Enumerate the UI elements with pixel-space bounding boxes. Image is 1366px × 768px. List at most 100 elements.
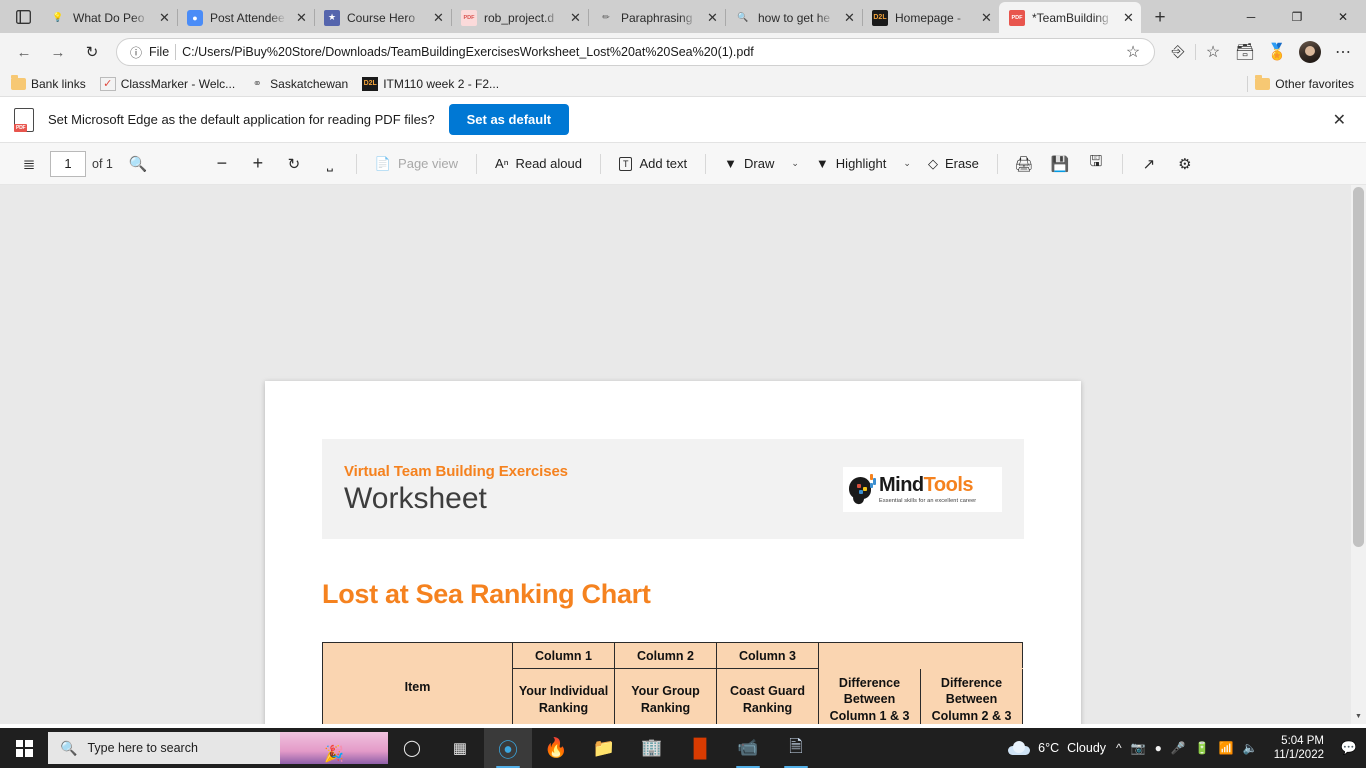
search-icon[interactable]: 🔍: [121, 149, 155, 179]
tab-what-do-people[interactable]: 💡 What Do Peo ✕: [40, 2, 177, 33]
office-taskbar-button[interactable]: █: [676, 728, 724, 768]
close-icon[interactable]: ✕: [1333, 110, 1352, 130]
add-text-label: Add text: [639, 156, 688, 171]
bookmark-saskatchewan[interactable]: ⚭ Saskatchewan: [249, 76, 349, 91]
tab-search-overview-button[interactable]: [6, 0, 40, 33]
tab-paraphrasing[interactable]: ✏ Paraphrasing ✕: [588, 2, 725, 33]
header-your-individual-ranking: Your Individual Ranking: [512, 668, 615, 724]
vertical-scrollbar[interactable]: ▼: [1351, 185, 1366, 724]
address-bar[interactable]: ⓘ File C:/Users/PiBuy%20Store/Downloads/…: [116, 38, 1155, 66]
close-icon[interactable]: ✕: [978, 9, 995, 26]
settings-gear-icon[interactable]: ⚙: [1168, 149, 1202, 179]
close-icon[interactable]: ✕: [841, 9, 858, 26]
firefox-taskbar-button[interactable]: 🔥: [532, 728, 580, 768]
profile-avatar[interactable]: [1299, 41, 1321, 63]
tab-how-to-get-here[interactable]: 🔍 how to get he ✕: [725, 2, 862, 33]
pdf-viewer-canvas[interactable]: Virtual Team Building Exercises Workshee…: [0, 185, 1366, 724]
weather-widget[interactable]: 6°C Cloudy: [1008, 741, 1106, 755]
tab-course-hero[interactable]: ★ Course Hero ✕: [314, 2, 451, 33]
collections-icon[interactable]: 🗃: [1230, 37, 1260, 67]
reload-button[interactable]: ↻: [76, 37, 108, 67]
close-icon[interactable]: ✕: [430, 9, 447, 26]
antivirus-icon[interactable]: ●: [1155, 741, 1162, 755]
document-header-text: Virtual Team Building Exercises Workshee…: [344, 463, 843, 516]
task-view-button[interactable]: ▦: [436, 728, 484, 768]
add-favorite-icon[interactable]: ☆: [1118, 37, 1148, 67]
edge-taskbar-button[interactable]: ⦿: [484, 728, 532, 768]
bookmark-classmarker[interactable]: ✓ ClassMarker - Welc...: [99, 76, 235, 91]
add-text-button[interactable]: T Add text: [610, 149, 696, 179]
zoom-out-icon[interactable]: −: [205, 149, 239, 179]
notification-center-icon[interactable]: 💬: [1338, 737, 1360, 759]
close-icon[interactable]: ✕: [1120, 9, 1137, 26]
close-icon[interactable]: ✕: [704, 9, 721, 26]
tab-post-attendee[interactable]: ● Post Attendee ✕: [177, 2, 314, 33]
close-icon[interactable]: ✕: [567, 9, 584, 26]
bookmark-itm110[interactable]: D2L ITM110 week 2 - F2...: [362, 76, 499, 91]
tab-label: *TeamBuilding: [1032, 10, 1109, 25]
maximize-button[interactable]: ❐: [1274, 0, 1320, 33]
close-window-button[interactable]: ✕: [1320, 0, 1366, 33]
browser-essentials-icon[interactable]: 🏅: [1262, 37, 1292, 67]
file-explorer-taskbar-button[interactable]: 📁: [580, 728, 628, 768]
scrollbar-thumb[interactable]: [1353, 187, 1364, 547]
fit-to-width-icon[interactable]: ⎵: [313, 149, 347, 179]
highlight-button[interactable]: ▼ Highlight: [807, 149, 895, 179]
draw-button[interactable]: ▼ Draw: [715, 149, 783, 179]
save-icon[interactable]: 💾: [1043, 149, 1077, 179]
scroll-down-arrow-icon[interactable]: ▼: [1351, 709, 1366, 724]
microsoft-store-taskbar-button[interactable]: 🏢: [628, 728, 676, 768]
set-as-default-button[interactable]: Set as default: [448, 104, 570, 135]
clock-date: 11/1/2022: [1273, 749, 1324, 761]
office-icon: █: [693, 737, 707, 758]
battery-icon[interactable]: 🔋: [1195, 741, 1210, 755]
draw-dropdown-icon[interactable]: ⌄: [785, 158, 805, 169]
search-favicon-icon: 🔍: [737, 12, 749, 22]
table-of-contents-icon[interactable]: ≣: [12, 149, 46, 179]
clock[interactable]: 5:04 PM 11/1/2022: [1268, 734, 1328, 763]
favorites-icon[interactable]: ☆: [1198, 37, 1228, 67]
forward-button[interactable]: →: [42, 37, 74, 67]
save-as-icon[interactable]: 🖫: [1079, 149, 1113, 179]
back-button[interactable]: ←: [8, 37, 40, 67]
close-icon[interactable]: ✕: [293, 9, 310, 26]
taskbar-search-input[interactable]: 🔍 Type here to search 🎉: [48, 732, 388, 764]
bookmark-other-favorites[interactable]: Other favorites: [1254, 74, 1354, 91]
show-hidden-icons-chevron-icon[interactable]: ^: [1116, 741, 1122, 755]
start-button[interactable]: [0, 728, 48, 768]
bookmark-bank-links[interactable]: Bank links: [10, 74, 86, 91]
word-taskbar-button[interactable]: 🗎: [772, 728, 820, 768]
rotate-icon[interactable]: ↻: [277, 149, 311, 179]
tab-homepage-d2l[interactable]: D2L Homepage - ✕: [862, 2, 999, 33]
fullscreen-icon[interactable]: ↗: [1132, 149, 1166, 179]
wifi-icon[interactable]: 📶: [1219, 741, 1234, 755]
quill-favicon-icon: ✏: [602, 12, 610, 22]
new-tab-button[interactable]: +: [1145, 3, 1175, 33]
microphone-icon[interactable]: 🎤: [1171, 741, 1186, 755]
bookmark-label: Saskatchewan: [270, 76, 349, 91]
minimize-button[interactable]: ─: [1228, 0, 1274, 33]
page-view-button[interactable]: 📄 Page view: [366, 149, 467, 179]
page-number-input[interactable]: 1: [50, 150, 86, 177]
print-icon[interactable]: 🖨: [1007, 149, 1041, 179]
browser-tab-strip: 💡 What Do Peo ✕ ● Post Attendee ✕ ★ Cour…: [0, 0, 1366, 33]
info-icon[interactable]: ⓘ: [129, 44, 143, 61]
tab-teambuilding-pdf[interactable]: PDF *TeamBuilding ✕: [999, 2, 1141, 33]
cortana-button[interactable]: ◯: [388, 728, 436, 768]
zoom-taskbar-button[interactable]: 📹: [724, 728, 772, 768]
settings-and-more-icon[interactable]: ⋯: [1328, 37, 1358, 67]
highlight-dropdown-icon[interactable]: ⌄: [897, 158, 917, 169]
document-kicker: Virtual Team Building Exercises: [344, 462, 568, 480]
divider: [476, 153, 478, 174]
header-column-2: Column 2: [614, 642, 717, 669]
volume-icon[interactable]: 🔈: [1243, 741, 1258, 755]
tab-rob-project[interactable]: PDF rob_project.d ✕: [451, 2, 588, 33]
chart-heading: Lost at Sea Ranking Chart: [322, 579, 651, 609]
erase-button[interactable]: ◇ Erase: [919, 149, 988, 179]
camera-icon[interactable]: 📷: [1131, 741, 1146, 755]
close-icon[interactable]: ✕: [156, 9, 173, 26]
zoom-favicon-icon: ●: [187, 9, 203, 26]
collections-split-screen-icon[interactable]: ⎆: [1163, 37, 1193, 67]
read-aloud-button[interactable]: Aⁿ Read aloud: [486, 149, 591, 179]
zoom-in-icon[interactable]: +: [241, 149, 275, 179]
